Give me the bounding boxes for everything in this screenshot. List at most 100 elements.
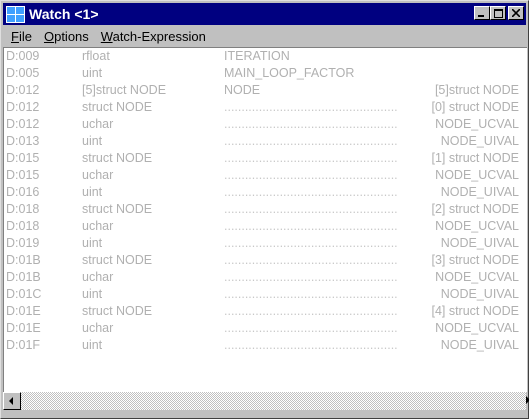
row-name: ITERATION [224,49,290,63]
watch-row[interactable]: D:016 uint...............................… [4,184,527,201]
row-dots: ........................................… [224,321,398,335]
row-type: struct NODE [82,151,153,165]
row-type: uchar [82,270,114,284]
row-value: NODE_UIVAL [440,338,519,352]
row-type: rfloat [82,49,110,63]
row-address: D:015 [6,168,40,182]
row-address: D:016 [6,185,40,199]
row-name: NODE [224,83,261,97]
row-value: NODE_UCVAL [435,219,519,233]
watch-row[interactable]: D:015 uchar..............................… [4,167,527,184]
row-value: NODE_UCVAL [435,270,519,284]
watch-window: Watch <1> File Options Watch-Expression … [0,0,529,419]
row-value: [3] struct NODE [431,253,519,267]
watch-list[interactable]: D:009 rfloat ITERATION D:005 uint MAIN_LOOP_F… [3,47,527,392]
row-type: [5]struct NODE [82,83,167,97]
row-address: D:018 [6,219,40,233]
row-value: NODE_UCVAL [435,117,519,131]
watch-row[interactable]: D:01E uchar..............................… [4,320,527,337]
watch-row[interactable]: D:01B uchar..............................… [4,269,527,286]
row-type: uchar [82,321,114,335]
menu-options-label: ptions [54,28,89,44]
row-type: uchar [82,219,114,233]
menu-file[interactable]: File [3,29,38,44]
row-dots: ........................................… [224,202,398,216]
row-value: NODE_UIVAL [440,236,519,250]
minimize-button[interactable] [474,6,490,20]
watch-row[interactable]: D:013 uint...............................… [4,133,527,150]
row-type: struct NODE [82,304,153,318]
scrollbar-track[interactable] [21,392,526,410]
watch-row[interactable]: D:018 struct NODE........................… [4,201,527,218]
watch-row[interactable]: D:005 uint MAIN_LOOP_FACTOR [4,65,527,82]
row-value: [0] struct NODE [431,100,519,114]
menu-watch-expression-label: atch-Expression [112,28,206,44]
watch-row[interactable]: D:018 uchar..............................… [4,218,527,235]
row-type: uchar [82,117,114,131]
row-value: [2] struct NODE [431,202,519,216]
row-dots: ........................................… [224,134,398,148]
row-type: uint [82,338,103,352]
row-dots: ........................................… [224,338,398,352]
watch-row[interactable]: D:01C uint...............................… [4,286,527,303]
row-address: D:009 [6,49,40,63]
watch-row[interactable]: D:01E struct NODE........................… [4,303,527,320]
row-type: struct NODE [82,100,153,114]
row-address: D:01B [6,253,41,267]
row-address: D:019 [6,236,40,250]
menu-bar: File Options Watch-Expression [3,26,526,46]
row-dots: ........................................… [224,270,398,284]
row-dots: ........................................… [224,168,398,182]
close-button[interactable] [508,6,524,20]
watch-row[interactable]: D:015 struct NODE........................… [4,150,527,167]
row-dots: ........................................… [224,151,398,165]
row-value: [5]struct NODE [434,83,519,97]
scroll-left-button[interactable] [3,392,21,410]
watch-row[interactable]: D:01F uint...............................… [4,337,527,354]
maximize-button[interactable] [490,6,506,20]
row-dots: ........................................… [224,100,398,114]
app-icon[interactable] [5,5,25,23]
row-value: [4] struct NODE [431,304,519,318]
close-icon [512,9,520,17]
row-address: D:01B [6,270,41,284]
row-address: D:005 [6,66,40,80]
row-dots: ........................................… [224,117,398,131]
row-address: D:012 [6,117,40,131]
row-type: uchar [82,168,114,182]
row-type: uint [82,287,103,301]
row-value: NODE_UIVAL [440,185,519,199]
row-value: [1] struct NODE [431,151,519,165]
watch-row[interactable]: D:019 uint...............................… [4,235,527,252]
row-type: struct NODE [82,253,153,267]
row-value: NODE_UIVAL [440,287,519,301]
horizontal-scrollbar[interactable] [3,392,529,410]
window-title: Watch <1> [29,6,99,22]
row-address: D:01F [6,338,41,352]
row-address: D:013 [6,134,40,148]
row-address: D:015 [6,151,40,165]
watch-row[interactable]: D:012 [5]struct NODE NODE [5]struct NODE [4,82,527,99]
row-dots: ........................................… [224,304,398,318]
menu-watch-expression[interactable]: Watch-Expression [95,29,212,44]
row-address: D:01C [6,287,42,301]
row-address: D:012 [6,83,40,97]
watch-row[interactable]: D:012 struct NODE........................… [4,99,527,116]
row-dots: ........................................… [224,236,398,250]
row-address: D:01E [6,304,41,318]
row-address: D:012 [6,100,40,114]
row-type: uint [82,134,103,148]
watch-row[interactable]: D:01B struct NODE........................… [4,252,527,269]
menu-file-label: ile [18,28,32,44]
row-dots: ........................................… [224,253,398,267]
watch-row[interactable]: D:009 rfloat ITERATION [4,48,527,65]
row-dots: ........................................… [224,185,398,199]
watch-row[interactable]: D:012 uchar..............................… [4,116,527,133]
title-bar[interactable]: Watch <1> [3,3,526,25]
menu-options[interactable]: Options [38,29,95,44]
row-type: uint [82,236,103,250]
row-dots: ........................................… [224,287,398,301]
row-type: struct NODE [82,202,153,216]
minimize-icon [478,15,484,17]
row-value: NODE_UCVAL [435,321,519,335]
